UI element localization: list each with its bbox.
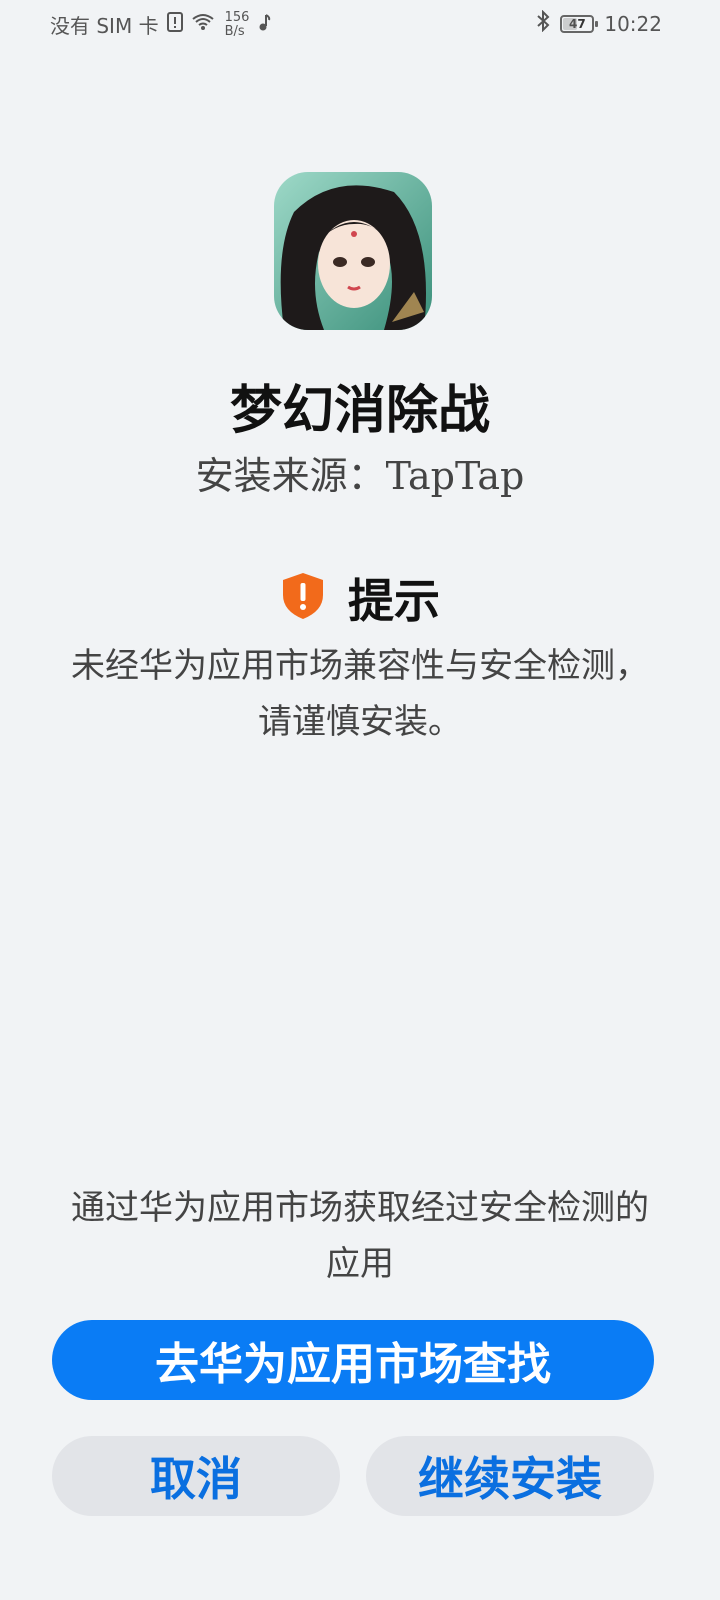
cancel-button[interactable]: 取消 bbox=[52, 1436, 340, 1516]
tip-message: 未经华为应用市场兼容性与安全检测，请谨慎安装。 bbox=[71, 646, 649, 742]
sim-alert-icon bbox=[166, 12, 183, 37]
install-source: 安装来源：TapTap bbox=[195, 454, 525, 498]
app-name: 梦幻消除战 bbox=[229, 380, 490, 441]
clock: 10:22 bbox=[604, 11, 662, 36]
status-right: 47 10:22 bbox=[536, 9, 662, 37]
market-note: 通过华为应用市场获取经过安全检测的应用 bbox=[71, 1188, 649, 1284]
music-note-icon bbox=[257, 13, 271, 37]
bluetooth-icon bbox=[536, 9, 550, 37]
battery-icon: 47 bbox=[560, 14, 599, 33]
app-icon bbox=[274, 172, 432, 330]
wifi-icon bbox=[191, 12, 215, 37]
network-speed-value: 156 bbox=[224, 9, 250, 25]
network-speed: 156 B/s bbox=[224, 9, 250, 39]
tip-title: 提示 bbox=[348, 574, 440, 628]
status-bar: 没有 SIM 卡 156 B/s 47 10:22 bbox=[0, 0, 720, 48]
go-to-app-market-button[interactable]: 去华为应用市场查找 bbox=[52, 1320, 654, 1400]
battery-level-fill bbox=[563, 17, 578, 30]
continue-install-button[interactable]: 继续安装 bbox=[366, 1436, 654, 1516]
sim-status-text: 没有 SIM 卡 bbox=[50, 14, 159, 38]
network-speed-unit: B/s bbox=[224, 23, 245, 39]
shield-warning-icon bbox=[280, 571, 326, 625]
status-left: 没有 SIM 卡 156 B/s bbox=[50, 10, 271, 39]
tip-header: 提示 bbox=[0, 565, 720, 631]
